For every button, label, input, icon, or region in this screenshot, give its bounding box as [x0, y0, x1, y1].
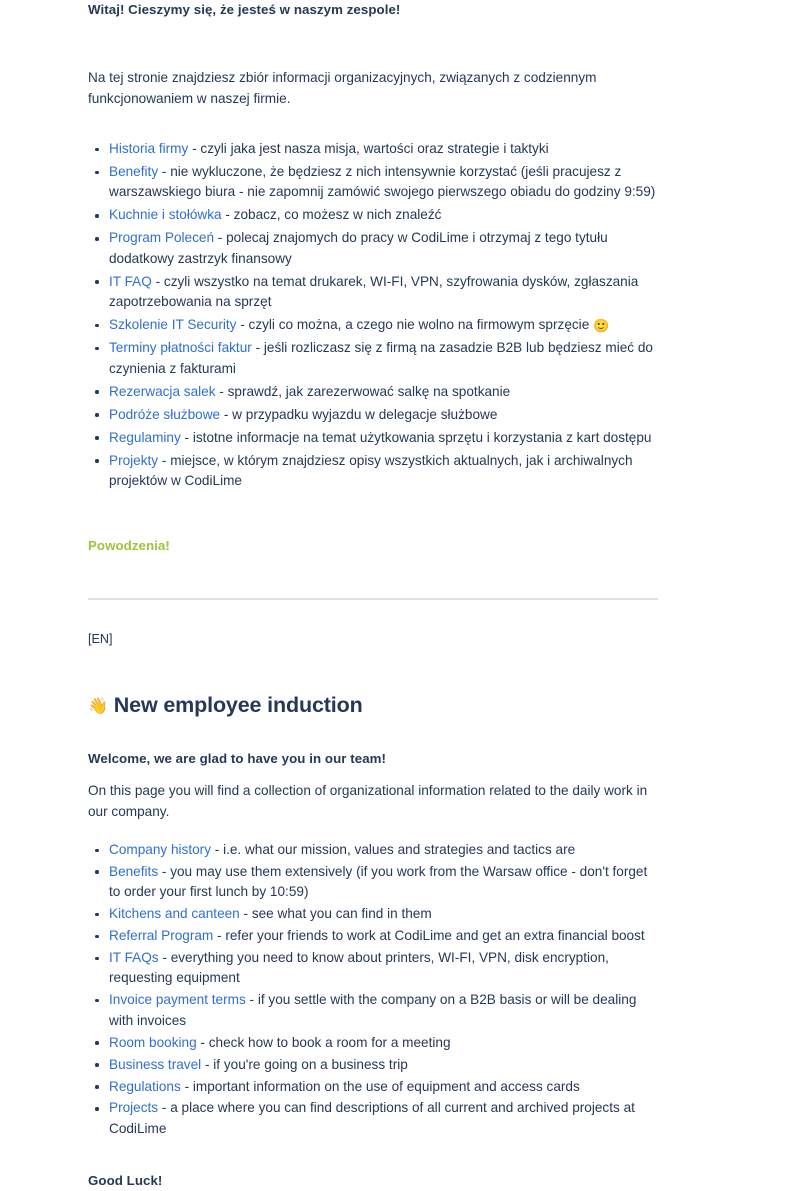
link-projects[interactable]: Projects [109, 1100, 158, 1115]
list-item-description: - if you're going on a business trip [201, 1056, 408, 1072]
page-container: Witaj! Cieszymy się, że jesteś w naszym … [0, 0, 809, 1191]
list-item-description: - sprawdź, jak zarezerwować salkę na spo… [215, 383, 511, 399]
link-projekty[interactable]: Projekty [109, 453, 158, 468]
link-room-booking[interactable]: Room booking [109, 1035, 197, 1050]
list-item: Room booking - check how to book a room … [88, 1033, 658, 1053]
list-item: Terminy płatności faktur - jeśli rozlicz… [88, 338, 658, 379]
list-item: Regulations - important information on t… [88, 1077, 658, 1097]
list-item: Referral Program - refer your friends to… [88, 926, 658, 946]
list-item-description: - w przypadku wyjazdu w delegacje służbo… [220, 406, 498, 422]
english-welcome-heading: Welcome, we are glad to have you in our … [88, 751, 387, 767]
list-item: Company history - i.e. what our mission,… [88, 840, 658, 860]
english-section: [EN] 👋 New employee induction Welcome, we… [88, 630, 658, 1191]
list-item-description: - czyli wszystko na temat drukarek, WI-F… [109, 273, 639, 310]
list-item: Regulaminy - istotne informacje na temat… [88, 428, 658, 448]
waving-hand-icon: 👋 [88, 696, 108, 716]
language-tag-en: [EN] [88, 632, 113, 647]
smiley-face-icon: 🙂 [593, 319, 610, 335]
list-item: Business travel - if you're going on a b… [88, 1055, 658, 1075]
list-item-description: - istotne informacje na temat użytkowani… [180, 429, 652, 445]
link-benefits[interactable]: Benefits [109, 864, 158, 879]
list-item-description: - important information on the use of eq… [180, 1078, 580, 1094]
list-item: Projekty - miejsce, w którym znajdziesz … [88, 451, 658, 492]
list-item: Benefity - nie wykluczone, że będziesz z… [88, 162, 658, 203]
polish-section: Witaj! Cieszymy się, że jesteś w naszym … [88, 0, 658, 556]
list-item: Historia firmy - czyli jaka jest nasza m… [88, 139, 658, 159]
polish-link-list: Historia firmy - czyli jaka jest nasza m… [88, 139, 658, 491]
link-kitchens-and-canteen[interactable]: Kitchens and canteen [109, 906, 240, 921]
list-item-description: - czyli co można, a czego nie wolno na f… [236, 317, 594, 333]
list-item-description: - czyli jaka jest nasza misja, wartości … [188, 141, 549, 156]
list-item-description: - a place where you can find description… [109, 1100, 635, 1136]
link-szkolenie-it-security[interactable]: Szkolenie IT Security [109, 317, 236, 332]
link-kuchnie-i-stolowka[interactable]: Kuchnie i stołówka [109, 207, 222, 222]
english-intro-paragraph: On this page you will find a collection … [88, 783, 648, 819]
list-item-description: - miejsce, w którym znajdziesz opisy wsz… [109, 452, 633, 489]
link-rezerwacja-salek[interactable]: Rezerwacja salek [109, 384, 216, 399]
link-regulaminy[interactable]: Regulaminy [109, 430, 181, 445]
list-item: Invoice payment terms - if you settle wi… [88, 990, 658, 1031]
list-item: Projects - a place where you can find de… [88, 1098, 658, 1139]
english-link-list: Company history - i.e. what our mission,… [88, 840, 658, 1139]
list-item-description: - check how to book a room for a meeting [196, 1034, 451, 1050]
list-item-description: - nie wykluczone, że będziesz z nich int… [109, 164, 656, 200]
english-closing-text: Good Luck! [88, 1172, 163, 1188]
list-item: Szkolenie IT Security - czyli co można, … [88, 315, 658, 335]
list-item-description: - zobacz, co możesz w nich znaleźć [221, 207, 442, 223]
link-regulations[interactable]: Regulations [109, 1079, 181, 1094]
link-podroze-sluzbowe[interactable]: Podróże służbowe [109, 407, 220, 422]
list-item-description: - refer your friends to work at CodiLime… [213, 928, 645, 944]
list-item: IT FAQ - czyli wszystko na temat drukare… [88, 272, 658, 313]
link-company-history[interactable]: Company history [109, 842, 211, 857]
list-item-description: - see what you can find in them [239, 906, 432, 922]
page-title-text: New employee induction [113, 693, 363, 718]
link-referral-program[interactable]: Referral Program [109, 928, 213, 943]
page-title: 👋 New employee induction [88, 691, 658, 719]
list-item: IT FAQs - everything you need to know ab… [88, 948, 658, 989]
list-item-description: - everything you need to know about prin… [109, 950, 609, 986]
polish-welcome-heading: Witaj! Cieszymy się, że jesteś w naszym … [88, 2, 401, 17]
list-item: Kitchens and canteen - see what you can … [88, 904, 658, 924]
polish-closing-text: Powodzenia! [88, 538, 170, 554]
link-it-faq[interactable]: IT FAQ [109, 274, 152, 289]
link-business-travel[interactable]: Business travel [109, 1057, 201, 1072]
list-item: Podróże służbowe - w przypadku wyjazdu w… [88, 405, 658, 425]
link-terminy-platnosci-faktur[interactable]: Terminy płatności faktur [109, 340, 252, 355]
list-item: Benefits - you may use them extensively … [88, 862, 658, 903]
link-benefity[interactable]: Benefity [109, 164, 158, 179]
list-item-description: - you may use them extensively (if you w… [109, 863, 648, 900]
link-historia-firmy[interactable]: Historia firmy [109, 141, 188, 156]
link-invoice-payment-terms[interactable]: Invoice payment terms [109, 992, 246, 1007]
list-item: Kuchnie i stołówka - zobacz, co możesz w… [88, 205, 658, 225]
content-column: Witaj! Cieszymy się, że jesteś w naszym … [88, 0, 658, 1191]
link-it-faqs[interactable]: IT FAQs [109, 950, 159, 965]
list-item: Rezerwacja salek - sprawdź, jak zarezerw… [88, 382, 658, 402]
link-program-polecen[interactable]: Program Poleceń [109, 230, 214, 245]
polish-intro-paragraph: Na tej stronie znajdziesz zbiór informac… [88, 70, 597, 106]
list-item-description: - i.e. what our mission, values and stra… [211, 842, 576, 858]
list-item: Program Poleceń - polecaj znajomych do p… [88, 228, 658, 269]
